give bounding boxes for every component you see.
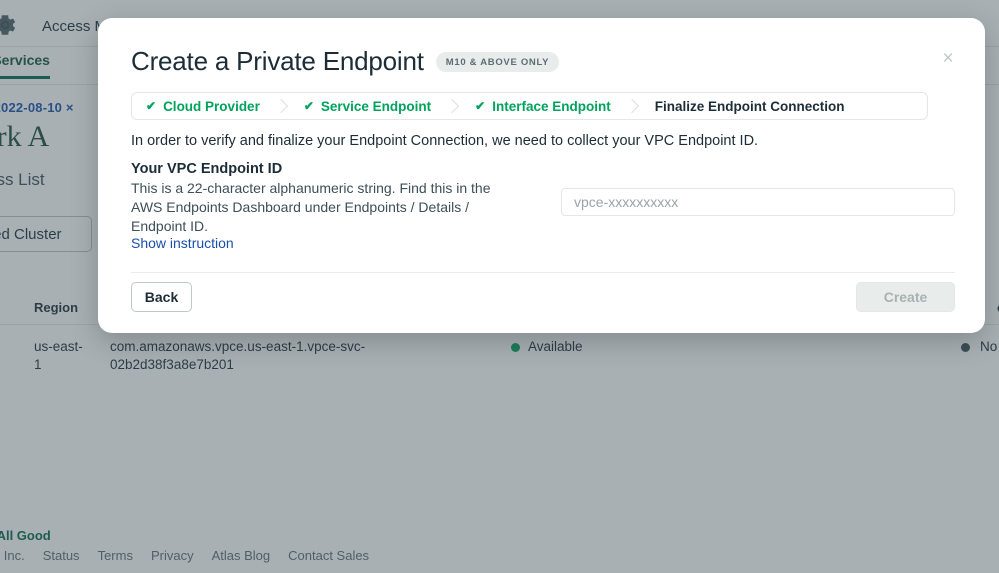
vpc-endpoint-id-input[interactable] (561, 188, 955, 216)
tier-badge: M10 & ABOVE ONLY (435, 51, 560, 72)
vpc-endpoint-id-label: Your VPC Endpoint ID (131, 161, 283, 177)
step-service-endpoint[interactable]: ✔ Service Endpoint (290, 93, 445, 119)
step-breadcrumb: ✔ Cloud Provider ✔ Service Endpoint ✔ In… (131, 92, 928, 120)
step-finalize-endpoint-connection[interactable]: Finalize Endpoint Connection (641, 93, 859, 119)
step-label: Finalize Endpoint Connection (654, 98, 845, 114)
show-instruction-link[interactable]: Show instruction (131, 235, 234, 251)
step-label: Cloud Provider (163, 98, 260, 114)
dialog-title: Create a Private Endpoint (131, 46, 424, 76)
create-button: Create (856, 282, 955, 312)
dialog-intro-text: In order to verify and finalize your End… (131, 133, 759, 149)
step-label: Service Endpoint (320, 98, 432, 114)
dialog-header: Create a Private Endpoint M10 & ABOVE ON… (131, 46, 560, 77)
check-icon: ✔ (146, 99, 157, 113)
vpc-endpoint-id-help: This is a 22-character alphanumeric stri… (131, 180, 491, 234)
step-interface-endpoint[interactable]: ✔ Interface Endpoint (461, 93, 625, 119)
create-private-endpoint-dialog: × Create a Private Endpoint M10 & ABOVE … (98, 18, 985, 333)
check-icon: ✔ (303, 99, 314, 113)
back-button[interactable]: Back (131, 282, 192, 312)
step-cloud-provider[interactable]: ✔ Cloud Provider (132, 93, 274, 119)
chevron-right-icon (445, 93, 461, 119)
chevron-right-icon (274, 93, 290, 119)
check-icon: ✔ (475, 99, 486, 113)
chevron-right-icon (625, 93, 641, 119)
footer-divider (131, 272, 955, 273)
close-icon[interactable]: × (937, 48, 959, 70)
step-label: Interface Endpoint (492, 98, 611, 114)
